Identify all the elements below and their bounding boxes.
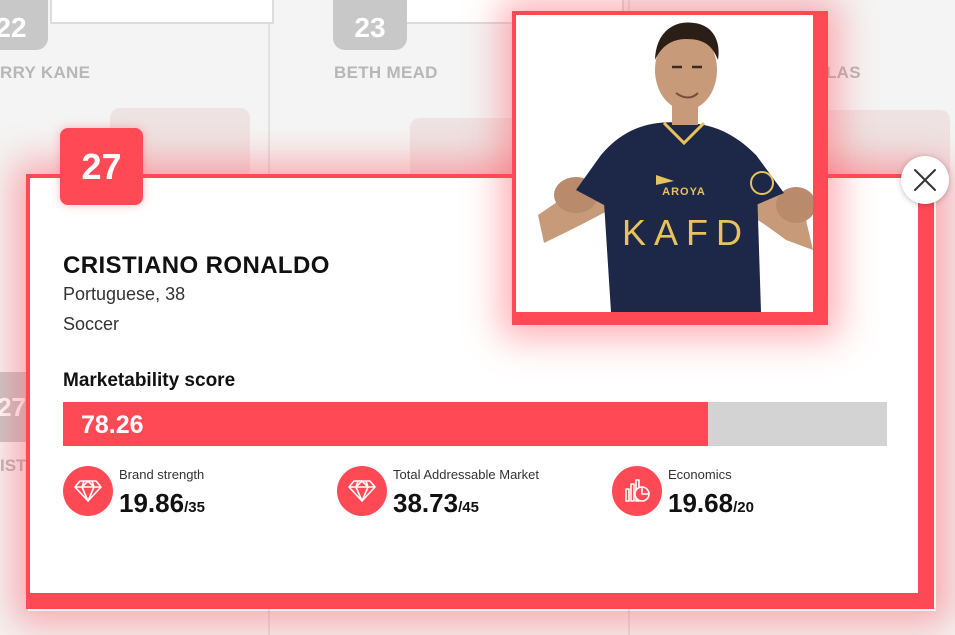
metric-value: 19.68/20 <box>668 488 754 518</box>
player-name: CRISTIANO RONALDO <box>63 252 330 279</box>
metric-max: /45 <box>458 499 479 516</box>
metric-label: Economics <box>668 467 732 482</box>
background-rank-badge: 22 <box>0 0 48 50</box>
marketability-score-title: Marketability score <box>63 370 236 391</box>
chart-pie-icon <box>612 466 662 516</box>
close-icon <box>914 169 936 191</box>
background-player-name[interactable]: RRY KANE <box>0 63 90 83</box>
background-player-name[interactable]: BETH MEAD <box>334 63 438 83</box>
player-nationality-age: Portuguese, 38 <box>63 284 186 304</box>
background-player-name[interactable]: IST <box>0 456 28 476</box>
metric-label: Brand strength <box>119 467 205 482</box>
diamond-icon <box>337 466 387 516</box>
diamond-icon <box>63 466 113 516</box>
jersey-text: KAFD <box>622 212 750 253</box>
metric-label: Total Addressable Market <box>393 467 539 482</box>
background-player-name[interactable]: LAS <box>826 63 861 83</box>
jersey-sponsor: AROYA <box>662 186 706 198</box>
player-sport: Soccer <box>63 314 120 334</box>
metric-max: /20 <box>733 499 754 516</box>
background-rank-badge: 27 <box>0 372 26 442</box>
background-card <box>50 0 274 24</box>
rank-badge: 27 <box>60 128 143 205</box>
metric-max: /35 <box>184 499 205 516</box>
rank-number: 27 <box>81 145 122 187</box>
marketability-score-bar: 78.26 <box>63 402 887 446</box>
metric-value: 38.73/45 <box>393 488 479 518</box>
player-photo: AROYA KAFD <box>516 15 813 312</box>
marketability-score-value: 78.26 <box>81 411 144 439</box>
marketability-score-fill <box>63 402 708 446</box>
background-rank-badge: 23 <box>333 0 407 50</box>
metric-value: 19.86/35 <box>119 488 205 518</box>
close-button[interactable] <box>901 156 949 204</box>
player-photo-frame: AROYA KAFD <box>512 11 828 325</box>
